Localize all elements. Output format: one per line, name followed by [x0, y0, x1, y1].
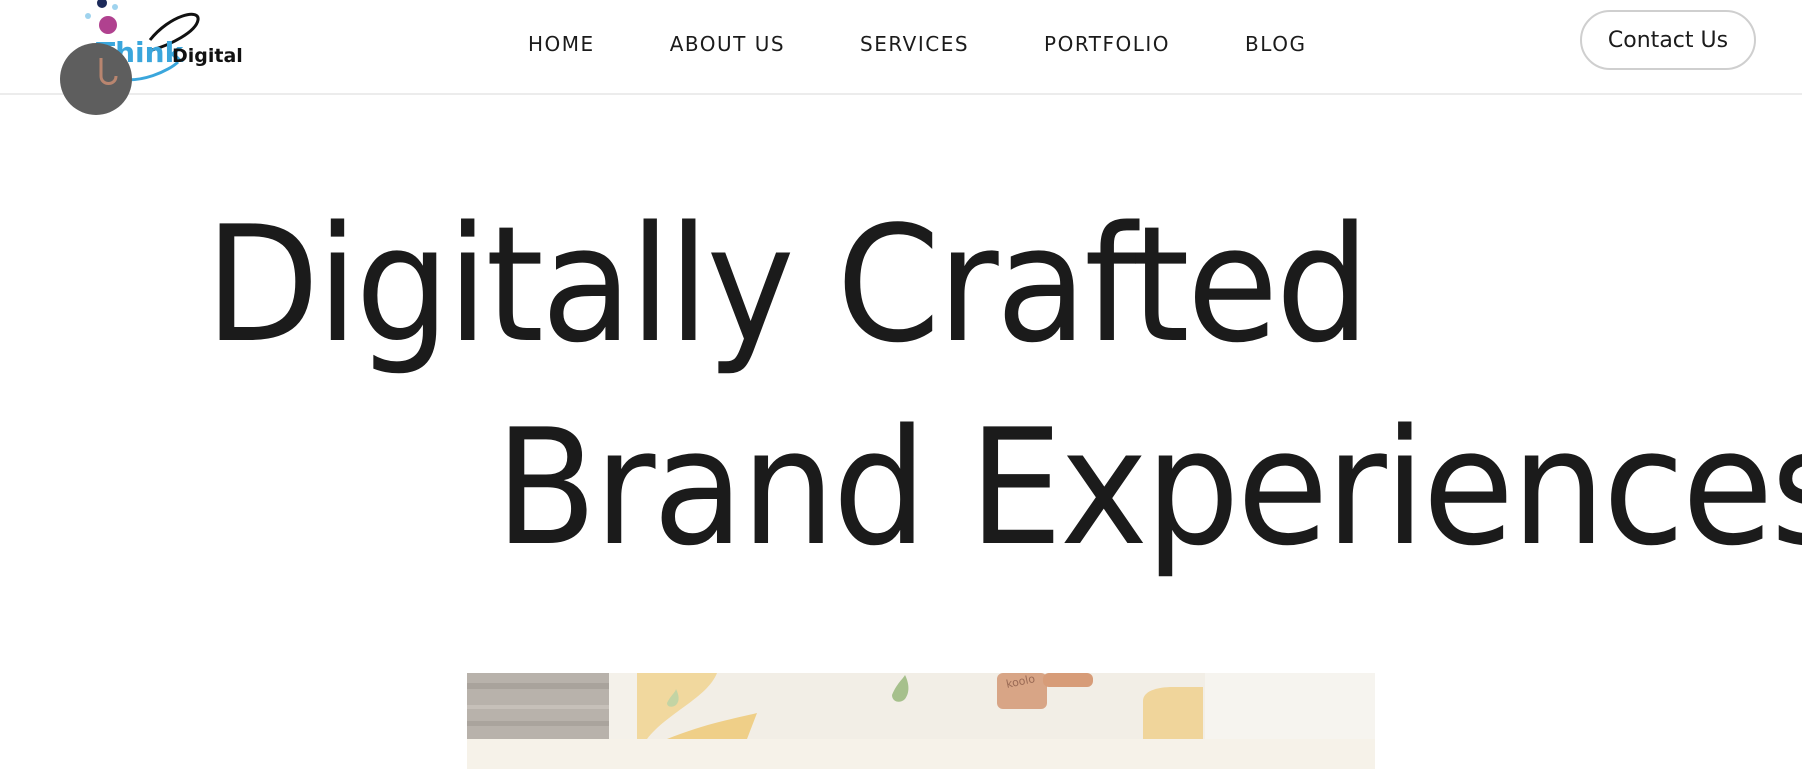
contact-us-button[interactable]: Contact Us	[1580, 10, 1756, 70]
nav-about-us[interactable]: ABOUT US	[670, 29, 785, 59]
portfolio-preview-image: koolo	[467, 673, 1375, 769]
nav-portfolio[interactable]: PORTFOLIO	[1044, 29, 1170, 59]
hero-section: Digitally Crafted Brand Experiences	[0, 95, 1802, 675]
portfolio-preview-graphic: koolo	[467, 673, 1375, 769]
logo-digital-text: Digital	[172, 45, 243, 67]
main-nav: HOME ABOUT US SERVICES PORTFOLIO BLOG	[528, 29, 1381, 59]
site-header: Think Digital HOME ABOUT US SERVICES POR…	[0, 0, 1802, 115]
hero-headline-line-2: Brand Experiences	[495, 394, 1802, 581]
nav-blog[interactable]: BLOG	[1245, 29, 1306, 59]
hero-headline-line-1: Digitally Crafted	[205, 191, 1370, 378]
nav-home[interactable]: HOME	[528, 29, 595, 59]
nav-services[interactable]: SERVICES	[860, 29, 969, 59]
